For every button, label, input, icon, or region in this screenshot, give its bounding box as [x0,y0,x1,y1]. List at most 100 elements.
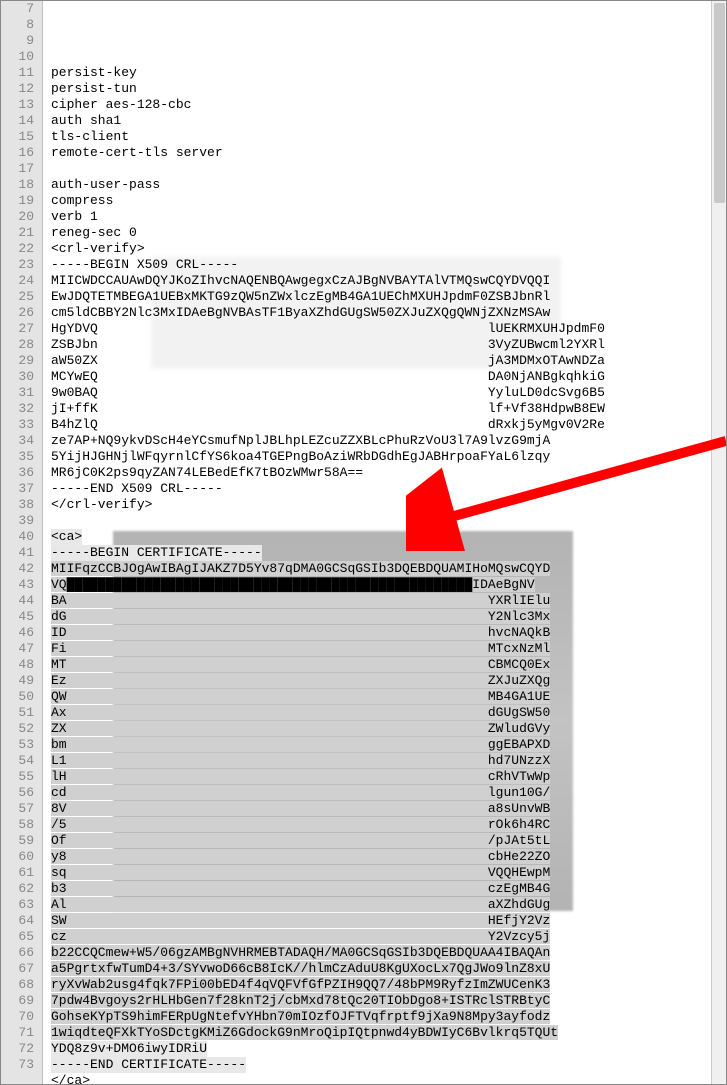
line-number: 46 [1,625,34,641]
line-number: 54 [1,753,34,769]
code-line[interactable]: b3 czEgMB4G [51,881,726,897]
line-number: 18 [1,177,34,193]
line-number: 14 [1,113,34,129]
line-number: 71 [1,1025,34,1041]
line-number: 20 [1,209,34,225]
code-line[interactable]: ID hvcNAQkB [51,625,726,641]
code-line[interactable] [51,161,726,177]
line-number: 40 [1,529,34,545]
code-line[interactable] [51,513,726,529]
line-number: 62 [1,881,34,897]
line-number: 24 [1,273,34,289]
code-line[interactable]: lH cRhVTwWp [51,769,726,785]
code-line[interactable]: <crl-verify> [51,241,726,257]
code-line[interactable]: -----END CERTIFICATE----- [51,1057,726,1073]
code-line[interactable]: y8 cbHe22ZO [51,849,726,865]
line-number: 55 [1,769,34,785]
code-line[interactable]: 1wiqdteQFXkTYoSDctgKMiZ6GdockG9nMroQipIQ… [51,1025,726,1041]
code-line[interactable]: MR6jC0K2ps9qyZAN74LEBedEfK7tBOzWMwr58A== [51,465,726,481]
line-number: 10 [1,49,34,65]
code-line[interactable]: auth sha1 [51,113,726,129]
code-line[interactable]: ZX ZWludGVy [51,721,726,737]
line-number: 72 [1,1041,34,1057]
scrollbar-thumb[interactable] [714,3,725,203]
line-number: 59 [1,833,34,849]
code-line[interactable]: B4hZlQ dRxkj5yMgv0V2Re [51,417,726,433]
line-number: 73 [1,1057,34,1073]
code-line[interactable]: verb 1 [51,209,726,225]
line-number: 64 [1,913,34,929]
line-number: 19 [1,193,34,209]
code-line[interactable]: remote-cert-tls server [51,145,726,161]
code-line[interactable]: -----BEGIN CERTIFICATE----- [51,545,726,561]
line-number: 66 [1,945,34,961]
code-line[interactable]: Al aXZhdGUg [51,897,726,913]
code-line[interactable]: -----BEGIN X509 CRL----- [51,257,726,273]
code-line[interactable]: ze7AP+NQ9ykvDScH4eYCsmufNplJBLhpLEZcuZZX… [51,433,726,449]
code-line[interactable]: persist-key [51,65,726,81]
code-line[interactable]: SW HEfjY2Vz [51,913,726,929]
code-line[interactable]: compress [51,193,726,209]
code-line[interactable]: Of /pJAt5tL [51,833,726,849]
code-line[interactable]: sq VQQHEwpM [51,865,726,881]
code-line[interactable]: </ca> [51,1073,726,1085]
code-line[interactable]: </crl-verify> [51,497,726,513]
code-line[interactable]: a5PgrtxfwTumD4+3/SYvwoD66cB8IcK//hlmCzAd… [51,961,726,977]
code-line[interactable]: VQ██████████████████████████████████████… [51,577,726,593]
line-number: 30 [1,369,34,385]
code-line[interactable]: cd lgun10G/ [51,785,726,801]
code-line[interactable]: L1 hd7UNzzX [51,753,726,769]
code-line[interactable]: ryXvWab2usg4fqk7FPi00bED4f4qVQFVfGfPZIH9… [51,977,726,993]
code-line[interactable]: cipher aes-128-cbc [51,97,726,113]
line-number: 7 [1,1,34,17]
code-line[interactable]: ZSBJbn 3VyZUBwcml2YXRl [51,337,726,353]
code-line[interactable]: reneg-sec 0 [51,225,726,241]
code-line[interactable]: /5 rOk6h4RC [51,817,726,833]
code-line[interactable]: 9w0BAQ YyluLD0dcSvg6B5 [51,385,726,401]
vertical-scrollbar[interactable] [711,1,727,1084]
line-number: 67 [1,961,34,977]
line-number: 22 [1,241,34,257]
code-line[interactable]: MCYwEQ DA0NjANBgkqhkiG [51,369,726,385]
line-number: 8 [1,17,34,33]
code-line[interactable]: Ax dGUgSW50 [51,705,726,721]
code-content[interactable]: persist-keypersist-tuncipher aes-128-cbc… [43,1,726,1084]
code-line[interactable]: HgYDVQ lUEKRMXUHJpdmF0 [51,321,726,337]
line-number: 27 [1,321,34,337]
line-number: 56 [1,785,34,801]
code-line[interactable]: MIICWDCCAUAwDQYJKoZIhvcNAQENBQAwgegxCzAJ… [51,273,726,289]
line-number: 12 [1,81,34,97]
code-line[interactable]: Ez ZXJuZXQg [51,673,726,689]
code-line[interactable]: MIIFqzCCBJOgAwIBAgIJAKZ7D5Yv87qDMA0GCSqG… [51,561,726,577]
code-line[interactable]: jI+ffK lf+Vf38HdpwB8EW [51,401,726,417]
code-line[interactable]: tls-client [51,129,726,145]
code-line[interactable]: MT CBMCQ0Ex [51,657,726,673]
code-line[interactable]: auth-user-pass [51,177,726,193]
code-line[interactable]: BA YXRlIElu [51,593,726,609]
line-number: 47 [1,641,34,657]
code-line[interactable]: cz Y2Vzcy5j [51,929,726,945]
code-line[interactable]: QW MB4GA1UE [51,689,726,705]
code-line[interactable]: <ca> [51,529,726,545]
line-number: 41 [1,545,34,561]
code-area: 7891011121314151617181920212223242526272… [1,1,726,1084]
code-line[interactable]: -----END X509 CRL----- [51,481,726,497]
code-line[interactable]: 7pdw4Bvgoys2rHLHbGen7f28knT2j/cbMxd78tQc… [51,993,726,1009]
code-line[interactable]: 8V a8sUnvWB [51,801,726,817]
code-line[interactable]: GohseKYpTS9himFERpUgNtefvYHbn70mIOzfOJFT… [51,1009,726,1025]
code-line[interactable]: cm5ldCBBY2Nlc3MxIDAeBgNVBAsTF1ByaXZhdGUg… [51,305,726,321]
line-number: 42 [1,561,34,577]
code-line[interactable]: aW50ZX jA3MDMxOTAwNDZa [51,353,726,369]
code-line[interactable]: YDQ8z9v+DMO6iwyIDRiU [51,1041,726,1057]
code-line[interactable]: bm ggEBAPXD [51,737,726,753]
code-line[interactable]: 5YijHJGHNjlWFqyrnlCfYS6koa4TGEPngBoAziWR… [51,449,726,465]
line-number: 28 [1,337,34,353]
code-line[interactable]: dG Y2Nlc3Mx [51,609,726,625]
code-line[interactable]: persist-tun [51,81,726,97]
line-number: 43 [1,577,34,593]
line-number: 21 [1,225,34,241]
code-line[interactable]: EwJDQTETMBEGA1UEBxMKTG9zQW5nZWxlczEgMB4G… [51,289,726,305]
line-number: 45 [1,609,34,625]
code-line[interactable]: b22CCQCmew+W5/06gzAMBgNVHRMEBTADAQH/MA0G… [51,945,726,961]
code-line[interactable]: Fi MTcxNzMl [51,641,726,657]
